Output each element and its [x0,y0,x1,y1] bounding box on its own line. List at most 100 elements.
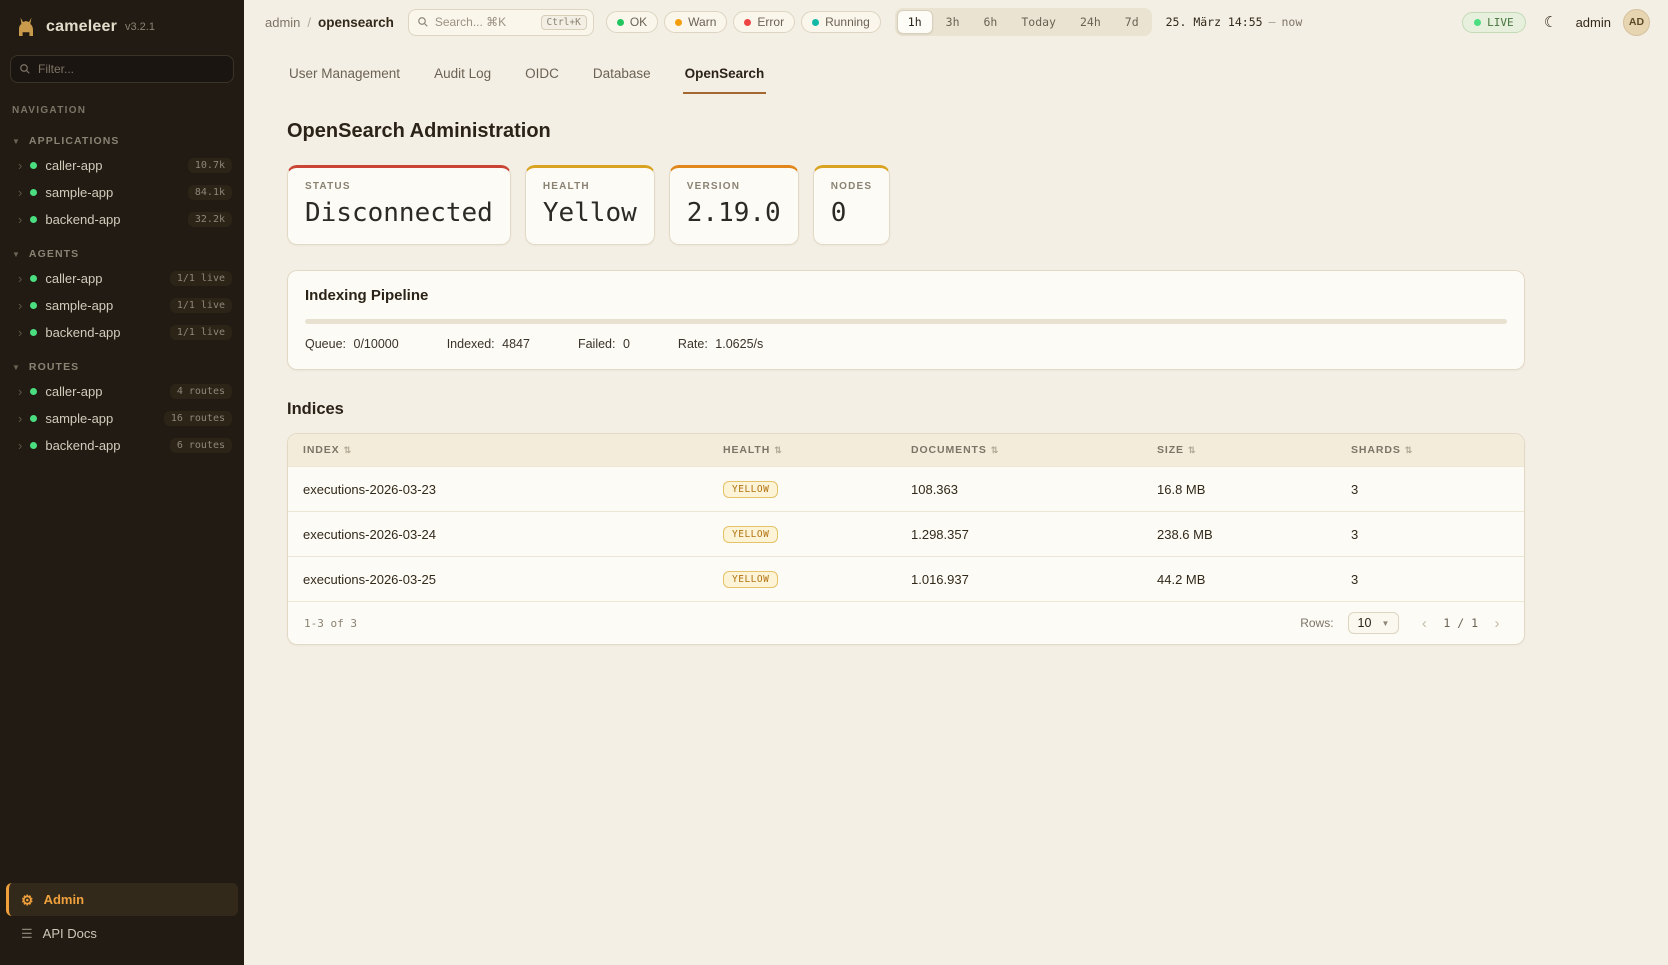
moon-icon: ☾ [1544,13,1557,31]
column-label: SIZE [1157,444,1184,456]
status-dot [30,442,37,449]
tab-database[interactable]: Database [591,56,653,94]
stat-label: VERSION [687,181,781,192]
stat-label: Queue: [305,337,346,351]
column-header-documents[interactable]: DOCUMENTS ⇅ [911,434,1157,466]
filter-pill-label: OK [630,15,647,29]
pipeline-stat-failed: Failed: 0 [578,337,630,351]
sidebar-item-app-caller[interactable]: › caller-app 10.7k [0,152,244,179]
tab-user-management[interactable]: User Management [287,56,402,94]
stat-label: NODES [831,181,873,192]
cell-documents: 1.016.937 [911,559,1157,600]
sidebar-item-api-docs[interactable]: ☰ API Docs [6,916,238,951]
cell-health: YELLOW [723,467,911,511]
column-label: DOCUMENTS [911,444,987,456]
sidebar-item-route-backend[interactable]: › backend-app 6 routes [0,432,244,459]
time-range-today[interactable]: Today [1010,10,1067,34]
section-header-applications[interactable]: ▼ APPLICATIONS [0,130,244,152]
avatar[interactable]: AD [1623,9,1650,36]
sidebar-item-app-sample[interactable]: › sample-app 84.1k [0,179,244,206]
navigation-label: NAVIGATION [0,83,244,120]
table-footer: 1-3 of 3 Rows: 10 ▼ ‹ 1 / 1 › [288,601,1524,644]
sidebar-item-agent-backend[interactable]: › backend-app 1/1 live [0,319,244,346]
stat-value: 4847 [502,337,530,351]
column-header-size[interactable]: SIZE ⇅ [1157,434,1351,466]
filter-pill-running[interactable]: Running [801,11,881,33]
sidebar-item-route-caller[interactable]: › caller-app 4 routes [0,378,244,405]
sidebar-item-agent-caller[interactable]: › caller-app 1/1 live [0,265,244,292]
time-range-24h[interactable]: 24h [1069,10,1112,34]
live-toggle[interactable]: LIVE [1462,12,1526,33]
chevron-right-icon: › [18,385,22,398]
cell-index: executions-2026-03-23 [303,469,723,510]
rows-per-page-select[interactable]: 10 ▼ [1348,612,1400,634]
sidebar-item-badge: 1/1 live [170,271,232,286]
next-page-button[interactable]: › [1486,612,1508,634]
chevron-down-icon: ▼ [12,137,20,146]
cell-size: 44.2 MB [1157,559,1351,600]
pipeline-stats-row: Queue: 0/10000 Indexed: 4847 Failed: 0 R… [305,337,1507,351]
sidebar-item-label: sample-app [45,298,161,313]
sidebar-item-app-backend[interactable]: › backend-app 32.2k [0,206,244,233]
time-current: 25. März 14:55 [1166,15,1263,29]
chevron-right-icon: › [18,439,22,452]
search-icon [19,62,31,80]
time-range-1h[interactable]: 1h [897,10,933,34]
sidebar: cameleer v3.2.1 NAVIGATION ▼ APPLICATION… [0,0,244,965]
indices-table: INDEX ⇅ HEALTH ⇅ DOCUMENTS ⇅ SIZE ⇅ SHAR… [287,433,1525,645]
filter-pill-error[interactable]: Error [733,11,795,33]
stat-label: STATUS [305,181,493,192]
column-header-health[interactable]: HEALTH ⇅ [723,434,911,466]
breadcrumb-separator: / [307,15,311,30]
filter-pill-ok[interactable]: OK [606,11,658,33]
time-range-7d[interactable]: 7d [1114,10,1150,34]
sidebar-footer: ⚙ Admin ☰ API Docs [0,883,244,965]
filter-pill-warn[interactable]: Warn [664,11,727,33]
tab-audit-log[interactable]: Audit Log [432,56,493,94]
sidebar-item-admin[interactable]: ⚙ Admin [6,883,238,916]
pipeline-stat-queue: Queue: 0/10000 [305,337,399,351]
sort-icon: ⇅ [991,445,999,456]
global-search-input[interactable]: Search... ⌘K Ctrl+K [408,9,594,36]
cameleer-logo-icon [14,15,38,39]
filter-pill-label: Running [825,15,870,29]
time-range-3h[interactable]: 3h [935,10,971,34]
column-header-shards[interactable]: SHARDS ⇅ [1351,434,1524,466]
nav-section-routes: ▼ ROUTES › caller-app 4 routes › sample-… [0,356,244,459]
tab-opensearch[interactable]: OpenSearch [683,56,767,94]
status-dot [30,275,37,282]
stat-label: HEALTH [543,181,637,192]
stat-value: 0/10000 [354,337,399,351]
stat-label: Indexed: [447,337,495,351]
section-header-routes[interactable]: ▼ ROUTES [0,356,244,378]
breadcrumb-parent[interactable]: admin [265,15,300,30]
indices-heading: Indices [287,400,1668,419]
tab-oidc[interactable]: OIDC [523,56,561,94]
sidebar-item-route-sample[interactable]: › sample-app 16 routes [0,405,244,432]
app-name: cameleer [46,18,117,36]
chevron-right-icon: › [18,159,22,172]
filter-input[interactable] [10,55,234,83]
status-dot [30,329,37,336]
stat-card-health: HEALTH Yellow [525,165,655,245]
sidebar-item-badge: 16 routes [164,411,232,426]
row-range-info: 1-3 of 3 [304,617,357,630]
search-placeholder: Search... ⌘K [435,15,535,29]
sidebar-item-agent-sample[interactable]: › sample-app 1/1 live [0,292,244,319]
chevron-right-icon: › [18,299,22,312]
chevron-down-icon: ▼ [1381,619,1389,628]
sidebar-filter [10,55,234,83]
section-header-agents[interactable]: ▼ AGENTS [0,243,244,265]
status-dot [30,302,37,309]
cell-size: 238.6 MB [1157,514,1351,555]
dark-mode-toggle[interactable]: ☾ [1538,9,1564,35]
column-label: INDEX [303,444,340,456]
time-end: now [1282,15,1303,29]
chevron-right-icon: › [18,412,22,425]
previous-page-button[interactable]: ‹ [1413,612,1435,634]
column-label: HEALTH [723,444,770,456]
time-range-6h[interactable]: 6h [973,10,1009,34]
time-range-display[interactable]: 25. März 14:55—now [1166,15,1303,29]
column-header-index[interactable]: INDEX ⇅ [303,434,723,466]
search-shortcut-badge: Ctrl+K [541,15,587,30]
